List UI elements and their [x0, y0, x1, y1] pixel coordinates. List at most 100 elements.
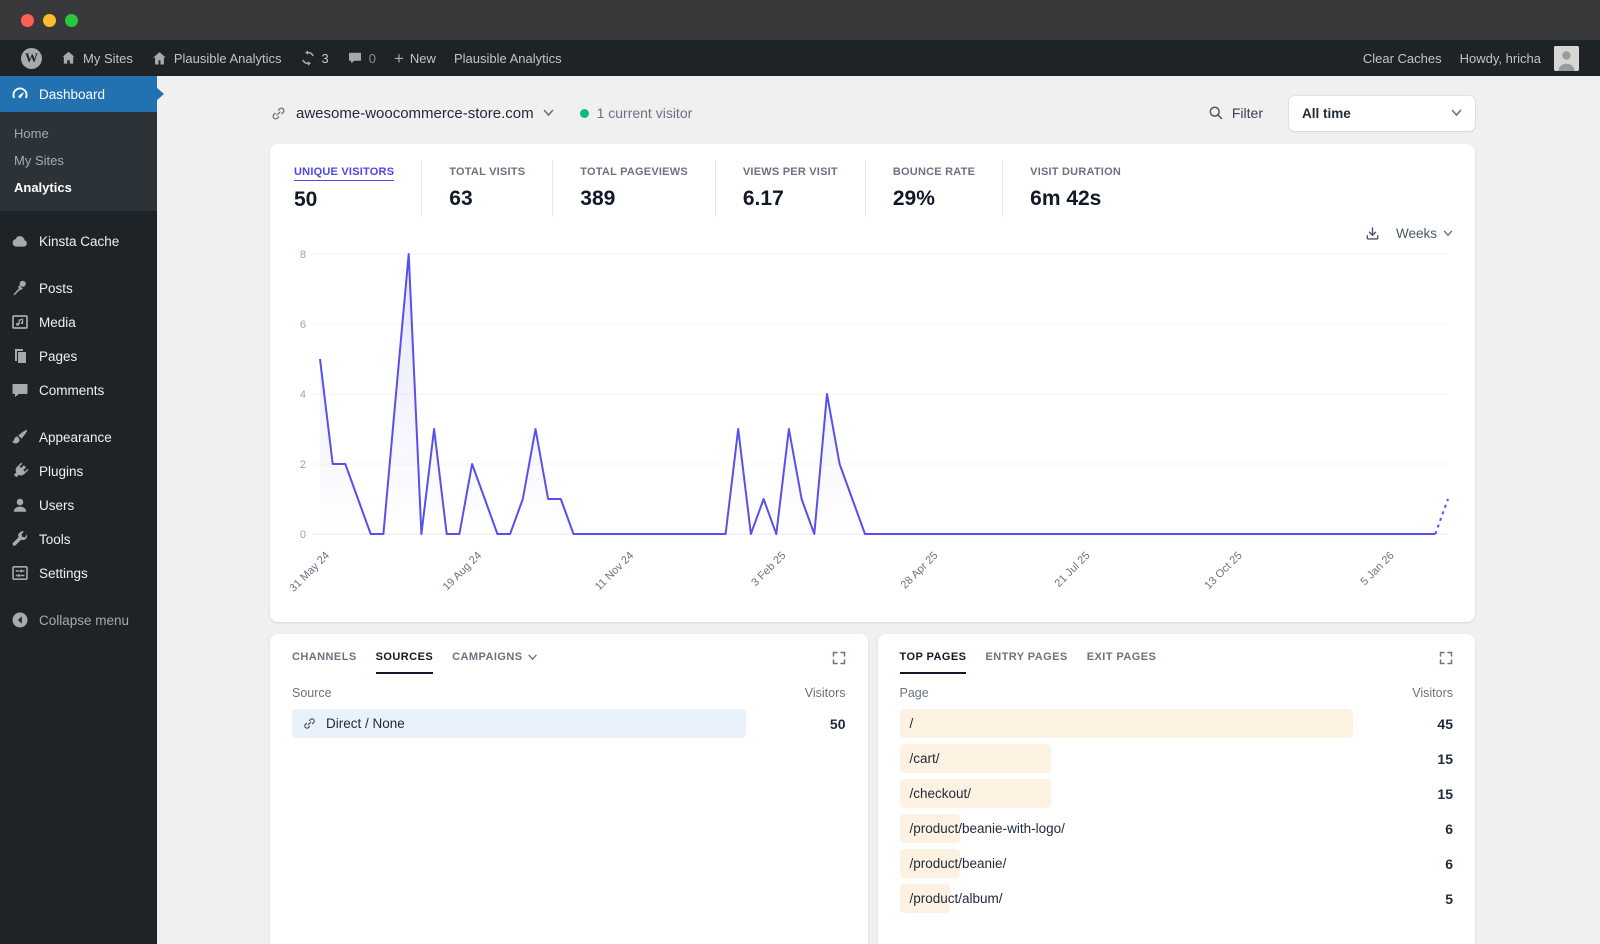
stat-views-per-visit[interactable]: VIEWS PER VISIT 6.17 — [714, 160, 865, 217]
sources-table-header: Source Visitors — [292, 686, 846, 700]
svg-text:4: 4 — [300, 389, 306, 401]
pages-table-header: Page Visitors — [900, 686, 1454, 700]
chevron-down-icon — [527, 654, 537, 660]
stat-visit-duration[interactable]: VISIT DURATION 6m 42s — [1002, 160, 1148, 217]
row-link[interactable]: /cart/ — [900, 744, 1354, 773]
sidebar-item-dashboard[interactable]: Dashboard — [0, 76, 164, 112]
breakdown-panels: CHANNELS SOURCES CAMPAIGNS Source Visito… — [270, 634, 1475, 944]
home-icon — [152, 51, 166, 64]
row-link[interactable]: / — [900, 709, 1354, 738]
stat-total-visits[interactable]: TOTAL VISITS 63 — [421, 160, 552, 217]
stat-label: TOTAL PAGEVIEWS — [580, 166, 688, 178]
row-value: 5 — [1445, 890, 1453, 907]
stat-bounce-rate[interactable]: BOUNCE RATE 29% — [864, 160, 1002, 217]
new-content-menu[interactable]: + New — [385, 40, 445, 76]
visitors-line-chart[interactable]: 0 2 4 6 8 31 May 24 19 Aug 24 11 Nov 24 3 Feb 25… — [287, 246, 1455, 606]
table-row: /cart/15 — [899, 744, 1453, 773]
row-link[interactable]: Direct / None — [292, 709, 746, 738]
updates-menu[interactable]: 3 — [291, 40, 338, 76]
pages-value-header: Visitors — [1412, 686, 1453, 700]
my-sites-menu[interactable]: My Sites — [51, 40, 142, 76]
table-row: / 45 — [899, 709, 1453, 738]
row-label-text: /checkout/ — [909, 786, 972, 801]
sidebar-item-my-sites[interactable]: My Sites — [0, 147, 157, 174]
tab-campaigns[interactable]: CAMPAIGNS — [452, 651, 537, 674]
cloud-icon — [12, 236, 27, 247]
current-visitors[interactable]: 1 current visitor — [579, 105, 692, 121]
tab-exit-pages[interactable]: EXIT PAGES — [1087, 651, 1157, 674]
interval-label: Weeks — [1395, 225, 1437, 241]
sidebar-item-kinsta-cache[interactable]: Kinsta Cache — [0, 224, 157, 258]
stat-value: 63 — [449, 187, 473, 210]
row-link[interactable]: /checkout/ — [900, 779, 1354, 808]
stat-total-pageviews[interactable]: TOTAL PAGEVIEWS 389 — [552, 160, 715, 217]
svg-text:5 Jan 26: 5 Jan 26 — [1358, 550, 1396, 588]
sidebar-item-plugins[interactable]: Plugins — [0, 454, 157, 488]
stat-value: 389 — [580, 187, 616, 210]
svg-text:28 Apr 25: 28 Apr 25 — [899, 550, 941, 592]
avatar — [1554, 45, 1579, 71]
dashboard-submenu: Home My Sites Analytics — [0, 112, 157, 211]
current-page-item[interactable]: Plausible Analytics — [445, 40, 571, 76]
comments-menu[interactable]: 0 — [338, 40, 385, 76]
screen: W My Sites Plausible Analytics 3 0 + New… — [0, 0, 1600, 944]
pages-rows: / 45/cart/15/checkout/15/product/beanie-w… — [899, 709, 1453, 913]
clear-caches-button[interactable]: Clear Caches — [1354, 40, 1451, 76]
pages-icon — [15, 349, 26, 363]
sidebar-item-tools[interactable]: Tools — [0, 522, 157, 556]
sources-rows: Direct / None 50 — [292, 709, 846, 738]
sidebar-group-kinsta: Kinsta Cache — [0, 224, 157, 258]
sidebar-item-comments[interactable]: Comments — [0, 373, 157, 407]
sidebar-item-analytics[interactable]: Analytics — [0, 174, 157, 201]
sidebar-item-settings[interactable]: Settings — [0, 556, 157, 590]
sidebar-item-posts[interactable]: Posts — [0, 271, 157, 305]
pages-expand-button[interactable] — [1439, 651, 1453, 665]
tab-channels[interactable]: CHANNELS — [292, 651, 357, 674]
account-menu[interactable]: Howdy, hricha — [1451, 40, 1588, 76]
sidebar-item-media[interactable]: Media — [0, 305, 157, 339]
download-export-button[interactable] — [1364, 225, 1381, 242]
site-menu[interactable]: Plausible Analytics — [142, 40, 291, 76]
chart-svg: 0 2 4 6 8 31 May 24 19 Aug 24 11 Nov 24 3 Feb 25… — [287, 249, 1449, 594]
chevron-down-icon — [1451, 109, 1462, 117]
tab-entry-pages[interactable]: ENTRY PAGES — [985, 651, 1067, 674]
top-stats: UNIQUE VISITORS 50 TOTAL VISITS 63 TOTAL… — [290, 160, 1455, 218]
chart-controls: Weeks — [292, 220, 1453, 246]
sidebar-item-pages[interactable]: Pages — [0, 339, 157, 373]
plus-icon: + — [393, 48, 404, 68]
stat-value: 29% — [892, 187, 935, 210]
comments-icon — [12, 384, 28, 397]
tab-top-pages[interactable]: TOP PAGES — [899, 651, 967, 674]
collapse-menu-button[interactable]: Collapse menu — [0, 603, 157, 637]
site-selector[interactable]: awesome-woocommerce-store.com — [270, 105, 554, 122]
row-bar-zone: / — [899, 709, 1354, 738]
svg-text:21 Jul 25: 21 Jul 25 — [1053, 550, 1093, 590]
howdy-label: Howdy, hricha — [1459, 50, 1541, 66]
stat-unique-visitors[interactable]: UNIQUE VISITORS 50 — [290, 160, 421, 218]
clear-caches-label: Clear Caches — [1362, 50, 1442, 66]
table-row: /product/album/5 — [899, 884, 1453, 913]
plug-icon — [13, 462, 29, 478]
zoom-window-button[interactable] — [65, 13, 78, 27]
minimize-window-button[interactable] — [43, 13, 56, 27]
stat-label: VISIT DURATION — [1030, 166, 1122, 178]
sources-expand-button[interactable] — [832, 651, 846, 665]
wp-logo-menu[interactable]: W — [12, 40, 51, 76]
row-link[interactable]: /product/beanie/ — [900, 849, 1354, 878]
sidebar-group-admin: Appearance Plugins Users Tools Settings — [0, 420, 157, 590]
close-window-button[interactable] — [21, 13, 34, 27]
row-value: 6 — [1445, 820, 1453, 837]
pages-tabs: TOP PAGES ENTRY PAGES EXIT PAGES — [899, 651, 1454, 674]
row-link[interactable]: /product/album/ — [900, 884, 1354, 913]
sidebar-item-appearance[interactable]: Appearance — [0, 420, 157, 454]
tab-sources[interactable]: SOURCES — [375, 651, 434, 674]
date-range-select[interactable]: All time — [1289, 95, 1475, 131]
svg-text:6: 6 — [300, 319, 306, 331]
interval-select[interactable]: Weeks — [1396, 226, 1453, 241]
sidebar-item-users[interactable]: Users — [0, 488, 157, 522]
collapse-icon — [12, 612, 28, 628]
settings-icon — [12, 565, 28, 580]
row-link[interactable]: /product/beanie-with-logo/ — [900, 814, 1354, 843]
sidebar-item-home[interactable]: Home — [0, 120, 157, 147]
filter-button[interactable]: Filter — [1208, 105, 1263, 121]
